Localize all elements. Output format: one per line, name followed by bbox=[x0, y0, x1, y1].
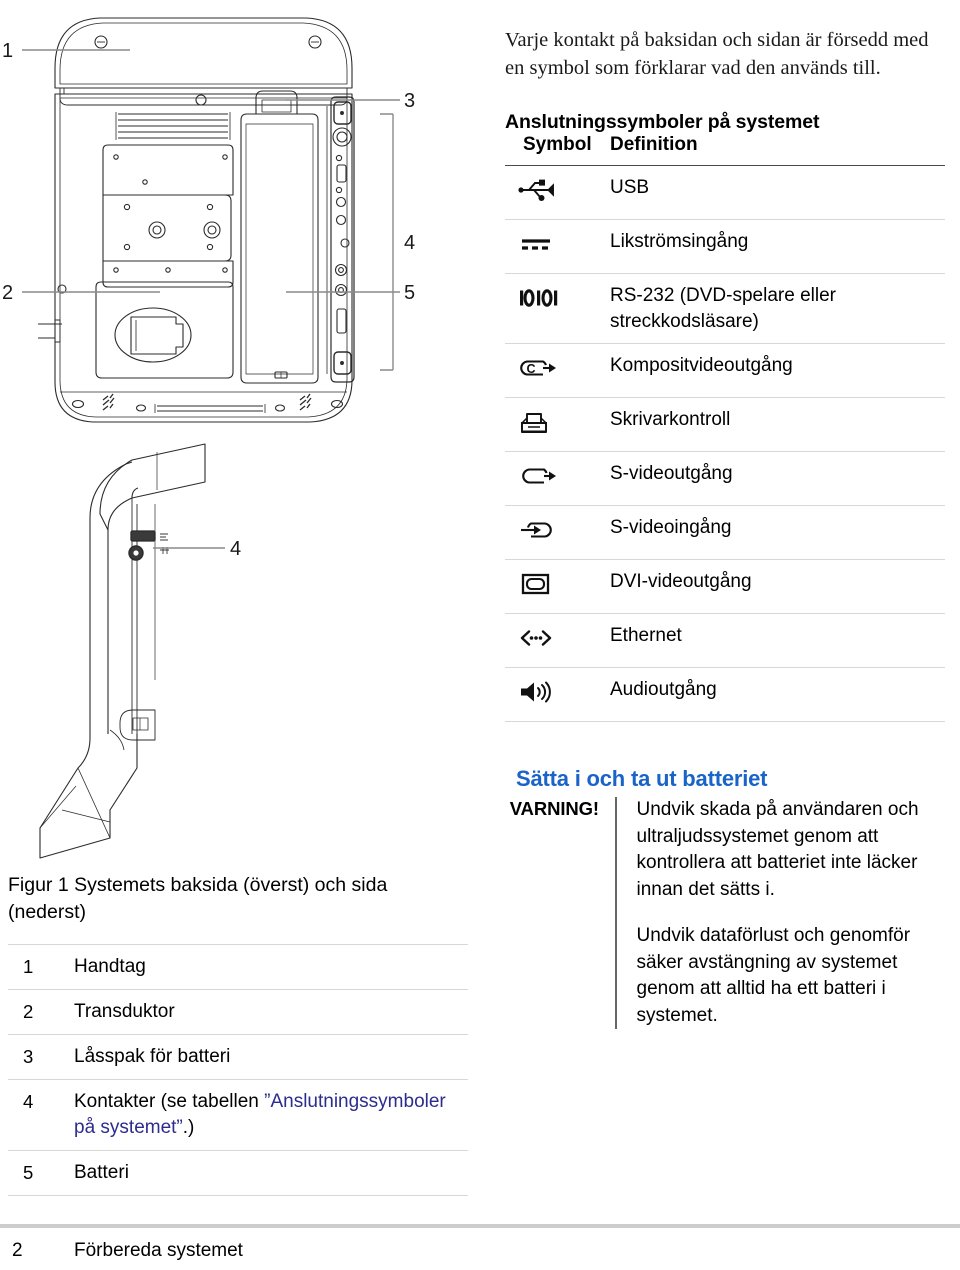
table-row: 3 Låsspak för batteri bbox=[8, 1034, 468, 1079]
footer-section-title: Förbereda systemet bbox=[74, 1240, 243, 1261]
legend-number: 3 bbox=[23, 1046, 34, 1067]
symbol-definition: S-videoingång bbox=[610, 517, 732, 538]
dvi-video-out-icon bbox=[505, 568, 610, 597]
legend-number: 4 bbox=[23, 1091, 34, 1112]
symbol-definition: Kompositvideoutgång bbox=[610, 355, 793, 376]
figure-legend-table: 1 Handtag 2 Transduktor 3 Låsspak för ba… bbox=[8, 944, 468, 1196]
legend-number: 2 bbox=[23, 1001, 34, 1022]
warning-paragraph: Undvik dataförlust och genomför säker av… bbox=[636, 925, 911, 1026]
legend-label: Handtag bbox=[74, 956, 146, 977]
table-row: S-videoingång bbox=[505, 506, 945, 560]
ethernet-icon bbox=[505, 622, 610, 651]
symbol-definition: RS-232 (DVD-spelare eller streckkodsläsa… bbox=[610, 285, 836, 332]
printer-control-icon bbox=[505, 406, 610, 437]
legend-label-text: Kontakter (se tabellen bbox=[74, 1091, 265, 1112]
s-video-out-icon bbox=[505, 460, 610, 489]
callout-4: 4 bbox=[404, 232, 415, 254]
dc-power-input-icon bbox=[505, 228, 610, 257]
legend-label: Kontakter (se tabellen ”Anslutningssymbo… bbox=[74, 1089, 468, 1141]
table-row: RS-232 (DVD-spelare eller streckkodsläsa… bbox=[505, 274, 945, 344]
legend-number: 1 bbox=[23, 956, 34, 977]
figure-caption: Figur 1 Systemets baksida (överst) och s… bbox=[8, 874, 388, 923]
symbol-definition: Ethernet bbox=[610, 625, 682, 646]
symbol-definition: Likströmsingång bbox=[610, 231, 749, 252]
symbol-definition: Skrivarkontroll bbox=[610, 409, 731, 430]
svg-text:C: C bbox=[527, 362, 536, 376]
audio-out-icon bbox=[505, 676, 610, 705]
callout-3: 3 bbox=[404, 90, 415, 112]
section-heading-battery: Sätta i och ta ut batteriet bbox=[516, 766, 768, 792]
warning-label: VARNING! bbox=[509, 798, 599, 819]
warning-paragraph: Undvik skada på användaren och ultraljud… bbox=[636, 799, 919, 900]
symbol-definition: Audioutgång bbox=[610, 679, 717, 700]
column-header-definition: Definition bbox=[610, 134, 698, 155]
legend-number: 5 bbox=[23, 1162, 34, 1183]
symbol-definition: USB bbox=[610, 177, 650, 198]
table-row: USB bbox=[505, 166, 945, 220]
composite-video-out-icon: C bbox=[505, 352, 610, 381]
table-row: DVI-videoutgång bbox=[505, 560, 945, 614]
table-row: Skrivarkontroll bbox=[505, 398, 945, 452]
usb-icon bbox=[505, 174, 610, 203]
figure-system-rear-view: 1 2 3 4 5 bbox=[2, 17, 415, 423]
callout-2: 2 bbox=[2, 282, 13, 304]
table-row: 4 Kontakter (se tabellen ”Anslutningssym… bbox=[8, 1079, 468, 1150]
callout-4-side: 4 bbox=[230, 538, 241, 560]
table-row: S-videoutgång bbox=[505, 452, 945, 506]
warning-body: Undvik skada på användaren och ultraljud… bbox=[617, 797, 956, 1029]
page-footer: 2 Förbereda systemet bbox=[8, 1238, 243, 1264]
footer-page-number: 2 bbox=[12, 1240, 23, 1261]
column-header-symbol: Symbol bbox=[523, 134, 592, 155]
symbol-definition: S-videoutgång bbox=[610, 463, 733, 484]
legend-label: Transduktor bbox=[74, 1001, 175, 1022]
legend-label-suffix: .) bbox=[182, 1117, 195, 1138]
table-row: Audioutgång bbox=[505, 668, 945, 722]
table-row: Likströmsingång bbox=[505, 220, 945, 274]
serial-rs232-icon bbox=[505, 282, 610, 311]
table-row: C Kompositvideoutgång bbox=[505, 344, 945, 398]
table-row: Ethernet bbox=[505, 614, 945, 668]
legend-label: Batteri bbox=[74, 1162, 129, 1183]
symbol-definition: DVI-videoutgång bbox=[610, 571, 752, 592]
table-header-row: Symbol Definition bbox=[505, 128, 945, 166]
callout-5: 5 bbox=[404, 282, 415, 304]
left-column: 1 2 3 4 5 4 Figur 1 Systemets baksida (ö… bbox=[0, 0, 470, 1270]
table-row: 1 Handtag bbox=[8, 944, 468, 989]
warning-callout: VARNING! Undvik skada på användaren och … bbox=[505, 797, 955, 1029]
footer-divider bbox=[0, 1224, 960, 1228]
callout-1: 1 bbox=[2, 40, 13, 62]
intro-paragraph: Varje kontakt på baksidan och sidan är f… bbox=[505, 28, 929, 80]
table-row: 2 Transduktor bbox=[8, 989, 468, 1034]
legend-label: Låsspak för batteri bbox=[74, 1046, 231, 1067]
figure-system-side-view: 4 bbox=[39, 443, 241, 859]
connector-symbols-table: Symbol Definition USB Likströmsingång RS… bbox=[505, 128, 945, 722]
s-video-in-icon bbox=[505, 514, 610, 543]
table-row: 5 Batteri bbox=[8, 1150, 468, 1196]
